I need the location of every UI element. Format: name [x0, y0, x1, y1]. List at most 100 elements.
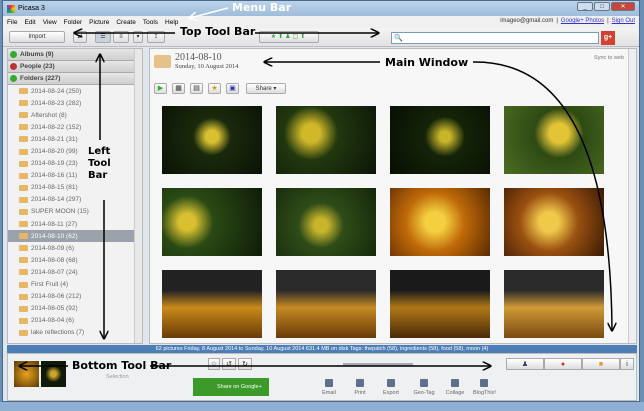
folder-item[interactable]: 2014-08-10 (62)	[8, 230, 142, 243]
zoom-slider[interactable]	[343, 363, 413, 366]
search-icon: 🔍	[394, 35, 403, 42]
share-on-google-button[interactable]: Share on Google+	[193, 378, 269, 396]
sync-to-web-toggle[interactable]: Sync to web	[594, 55, 624, 61]
export-button[interactable]: Export	[380, 379, 402, 396]
star-icon[interactable]: ★	[208, 83, 221, 94]
folder-item[interactable]: 2014-08-06 (212)	[8, 291, 142, 303]
photo-thumbnail[interactable]	[504, 188, 604, 256]
movie-icon[interactable]: ▤	[190, 83, 203, 94]
people-button[interactable]: ♟	[506, 358, 544, 370]
photo-thumbnail[interactable]	[276, 270, 376, 338]
tags-button[interactable]: ■	[582, 358, 620, 370]
google-plus-icon[interactable]: g+	[601, 31, 615, 45]
menu-file[interactable]: File	[7, 19, 17, 26]
folder-icon	[19, 269, 28, 276]
close-button[interactable]: ✕	[611, 2, 635, 11]
folder-icon	[19, 281, 28, 288]
folder-icon	[19, 184, 28, 191]
photo-thumbnail[interactable]	[162, 270, 262, 338]
selection-thumbnail[interactable]	[41, 361, 66, 387]
folder-icon	[19, 196, 28, 203]
folders-section[interactable]: Folders (227)	[8, 73, 142, 85]
people-section[interactable]: People (23)	[8, 61, 142, 73]
left-scrollbar[interactable]	[134, 49, 142, 343]
folder-item[interactable]: SUPER MOON (15)	[8, 206, 142, 218]
rotate-right-button[interactable]: ↻	[238, 358, 252, 370]
folder-item[interactable]: 2014-08-11 (27)	[8, 218, 142, 230]
filter-icons[interactable]: ★⬆♟▢⬆	[259, 31, 319, 43]
list-view-icon[interactable]: ☰	[95, 31, 111, 43]
folder-icon	[154, 54, 171, 68]
folder-item[interactable]: 2014-08-16 (11)	[8, 170, 142, 182]
places-button[interactable]: ●	[544, 358, 582, 370]
main-window: 2014-08-10 Sunday, 10 August 2014 Sync to…	[149, 48, 637, 344]
tree-view-icon[interactable]: ≡	[113, 31, 129, 43]
photo-thumbnail[interactable]	[390, 270, 490, 338]
search-input[interactable]: 🔍	[391, 32, 599, 44]
collage-button[interactable]: Collage	[444, 379, 466, 396]
menu-help[interactable]: Help	[165, 19, 178, 26]
folder-item[interactable]: 2014-08-09 (6)	[8, 242, 142, 254]
status-bar: 62 pictures Friday, 8 August 2014 to Sun…	[7, 345, 637, 353]
photo-thumbnail[interactable]	[276, 188, 376, 256]
folder-item[interactable]: 2014-08-19 (23)	[8, 158, 142, 170]
sign-out-link[interactable]: Sign Out	[612, 18, 635, 24]
albums-section[interactable]: Albums (9)	[8, 49, 142, 61]
photo-thumbnail[interactable]	[390, 188, 490, 256]
folder-item[interactable]: 2014-08-15 (81)	[8, 182, 142, 194]
folder-item[interactable]: 2014-08-21 (31)	[8, 133, 142, 145]
folder-item[interactable]: 2014-08-22 (152)	[8, 121, 142, 133]
folder-item[interactable]: Aftershot (8)	[8, 109, 142, 121]
folder-item[interactable]: 2014-08-23 (282)	[8, 97, 142, 109]
print-button[interactable]: Print	[349, 379, 371, 396]
menu-tools[interactable]: Tools	[143, 19, 158, 26]
folder-title: 2014-08-10	[175, 52, 222, 63]
import-button[interactable]: Import	[9, 31, 65, 43]
folder-item[interactable]: 2014-08-14 (297)	[8, 194, 142, 206]
photo-thumbnail[interactable]	[162, 188, 262, 256]
dropdown-icon[interactable]: ▾	[133, 31, 143, 43]
photo-thumbnail[interactable]	[162, 106, 262, 174]
folder-item[interactable]: 2014-08-08 (68)	[8, 254, 142, 266]
photo-thumbnail[interactable]	[390, 106, 490, 174]
folder-item[interactable]: First Fruit (4)	[8, 279, 142, 291]
folder-icon	[19, 317, 28, 324]
view-toggle-icon[interactable]: ⇄	[73, 31, 87, 43]
annotation-left-tool-bar: Left Tool Bar	[88, 146, 111, 181]
taskbar	[0, 402, 644, 411]
rotate-left-button[interactable]: ↺	[222, 358, 236, 370]
share-button[interactable]: Share ▾	[246, 83, 286, 94]
blogthis-button[interactable]: BlogThis!	[473, 379, 496, 396]
folder-item[interactable]: 2014-08-24 (250)	[8, 85, 142, 97]
folder-item[interactable]: 2014-08-05 (92)	[8, 303, 142, 315]
left-panel: Albums (9) People (23) Folders (227) 201…	[7, 48, 143, 344]
google-photos-link[interactable]: Google+ Photos	[561, 18, 604, 24]
photo-thumbnail[interactable]	[504, 106, 604, 174]
upload-icon[interactable]: ⇪	[147, 31, 165, 43]
folder-item[interactable]: 2014-08-04 (6)	[8, 315, 142, 327]
title-bar: Picasa 3 _ □ ✕	[3, 1, 639, 16]
folder-icon	[19, 172, 28, 179]
menu-edit[interactable]: Edit	[24, 19, 35, 26]
folder-icon	[19, 112, 28, 119]
play-slideshow-icon[interactable]: ▶	[154, 83, 167, 94]
photo-thumbnail[interactable]	[504, 270, 604, 338]
folder-item[interactable]: 2014-08-07 (24)	[8, 266, 142, 278]
geotag-button[interactable]: Geo-Tag	[413, 379, 435, 396]
minimize-button[interactable]: _	[577, 2, 593, 11]
photo-thumbnail[interactable]	[276, 106, 376, 174]
folder-item[interactable]: 2014-08-20 (99)	[8, 145, 142, 157]
menu-view[interactable]: View	[43, 19, 57, 26]
folder-item[interactable]: lake reflections (7)	[8, 327, 142, 339]
email-button[interactable]: Email	[318, 379, 340, 396]
main-scrollbar[interactable]	[628, 49, 636, 343]
edit-picture-icon[interactable]: ▦	[172, 83, 185, 94]
star-button[interactable]: ☆	[208, 358, 220, 370]
maximize-button[interactable]: □	[594, 2, 610, 11]
save-icon[interactable]: ▣	[226, 83, 239, 94]
menu-create[interactable]: Create	[116, 19, 136, 26]
info-button[interactable]: i	[620, 358, 634, 370]
selection-thumbnail[interactable]	[14, 361, 39, 387]
menu-picture[interactable]: Picture	[89, 19, 109, 26]
menu-folder[interactable]: Folder	[64, 19, 82, 26]
